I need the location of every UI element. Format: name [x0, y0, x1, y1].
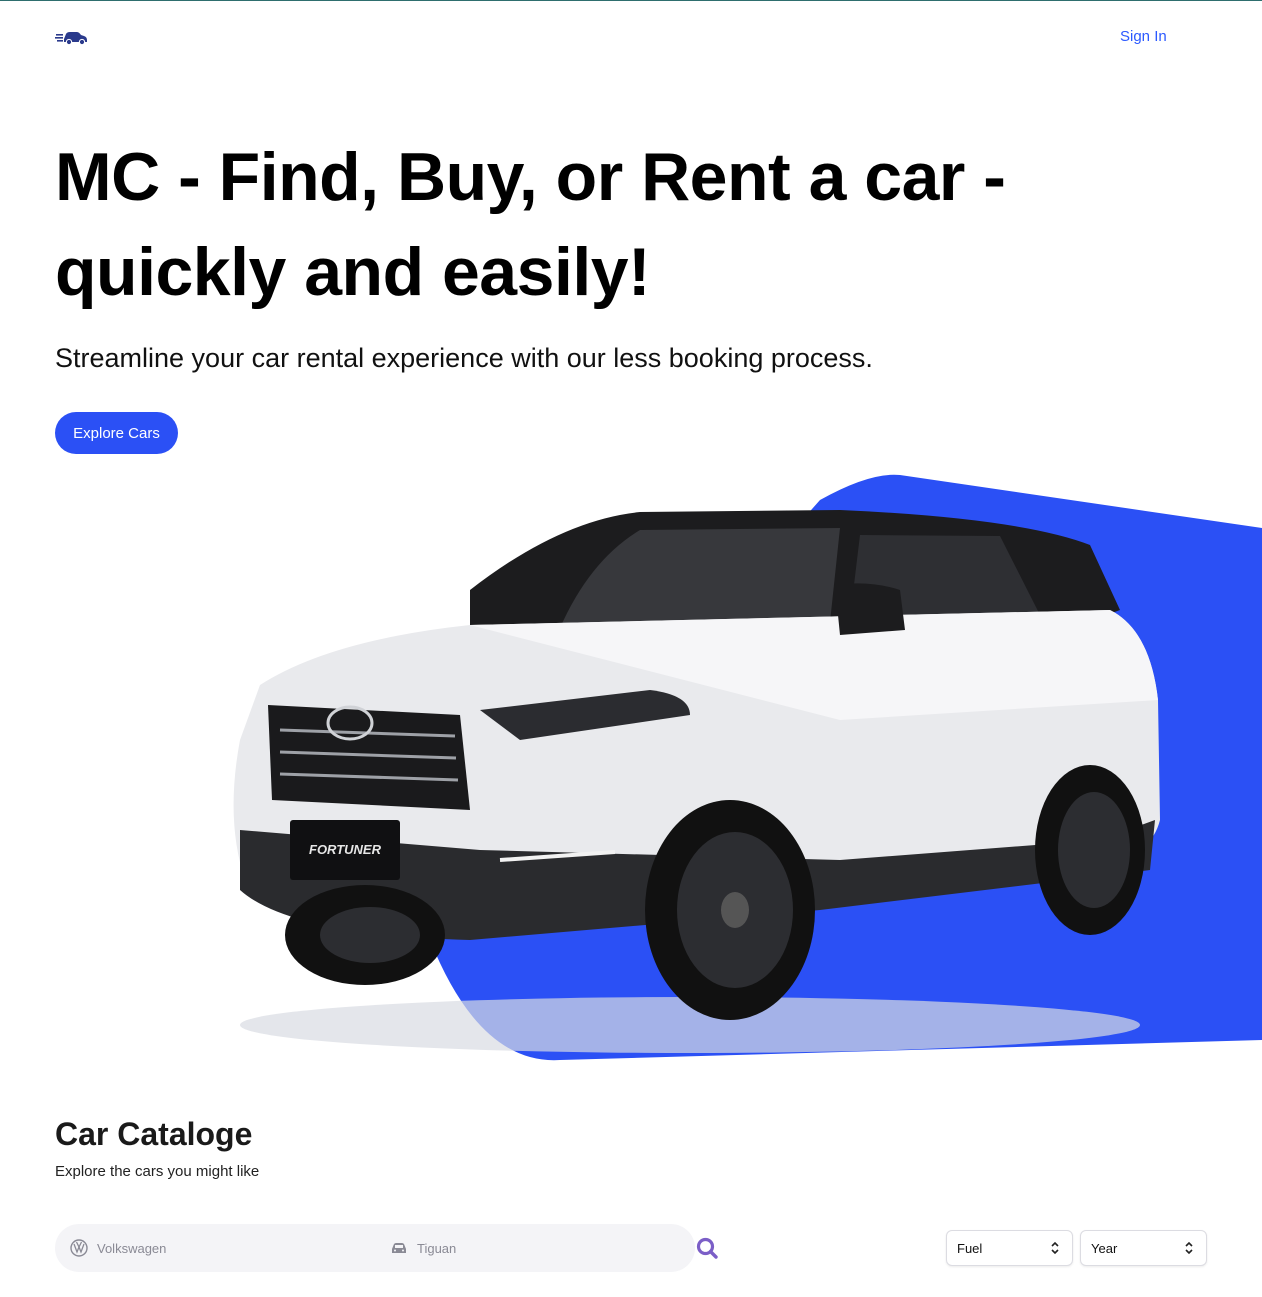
- car-logo-icon[interactable]: [55, 28, 89, 46]
- hero-car-image: FORTUNER: [233, 474, 1262, 1061]
- car-icon: [392, 1243, 406, 1253]
- svg-text:FORTUNER: FORTUNER: [309, 842, 382, 857]
- page: Sign In MC - Find, Buy, or Rent a car - …: [0, 0, 1262, 1297]
- wheel-front: [645, 800, 815, 1020]
- chevron-up-down-icon: [1185, 1241, 1193, 1255]
- search-bar: [55, 1224, 695, 1272]
- model-search-input[interactable]: [417, 1240, 657, 1256]
- make-search-input[interactable]: [97, 1240, 337, 1256]
- wheel-rear: [1035, 765, 1145, 935]
- catalog-title: Car Cataloge: [55, 1116, 253, 1152]
- catalog-subtitle: Explore the cars you might like: [55, 1163, 260, 1180]
- top-divider: [0, 0, 1262, 1]
- model-search-field: [389, 1224, 689, 1272]
- make-search-field: [69, 1224, 369, 1272]
- year-filter-label: Year: [1091, 1240, 1118, 1256]
- sign-in-link[interactable]: Sign In: [1120, 28, 1167, 45]
- magnifier-icon: [696, 1237, 718, 1259]
- volkswagen-logo-icon: [70, 1239, 88, 1257]
- chevron-up-down-icon: [1051, 1241, 1059, 1255]
- fuel-filter-select[interactable]: Fuel: [946, 1230, 1073, 1266]
- search-button[interactable]: [695, 1236, 719, 1260]
- wheel-left: [285, 885, 445, 985]
- hero-subtitle: Streamline your car rental experience wi…: [55, 343, 873, 373]
- year-filter-select[interactable]: Year: [1080, 1230, 1207, 1266]
- fuel-filter-label: Fuel: [957, 1240, 983, 1256]
- hero-title: MC - Find, Buy, or Rent a car - quickly …: [55, 139, 1006, 310]
